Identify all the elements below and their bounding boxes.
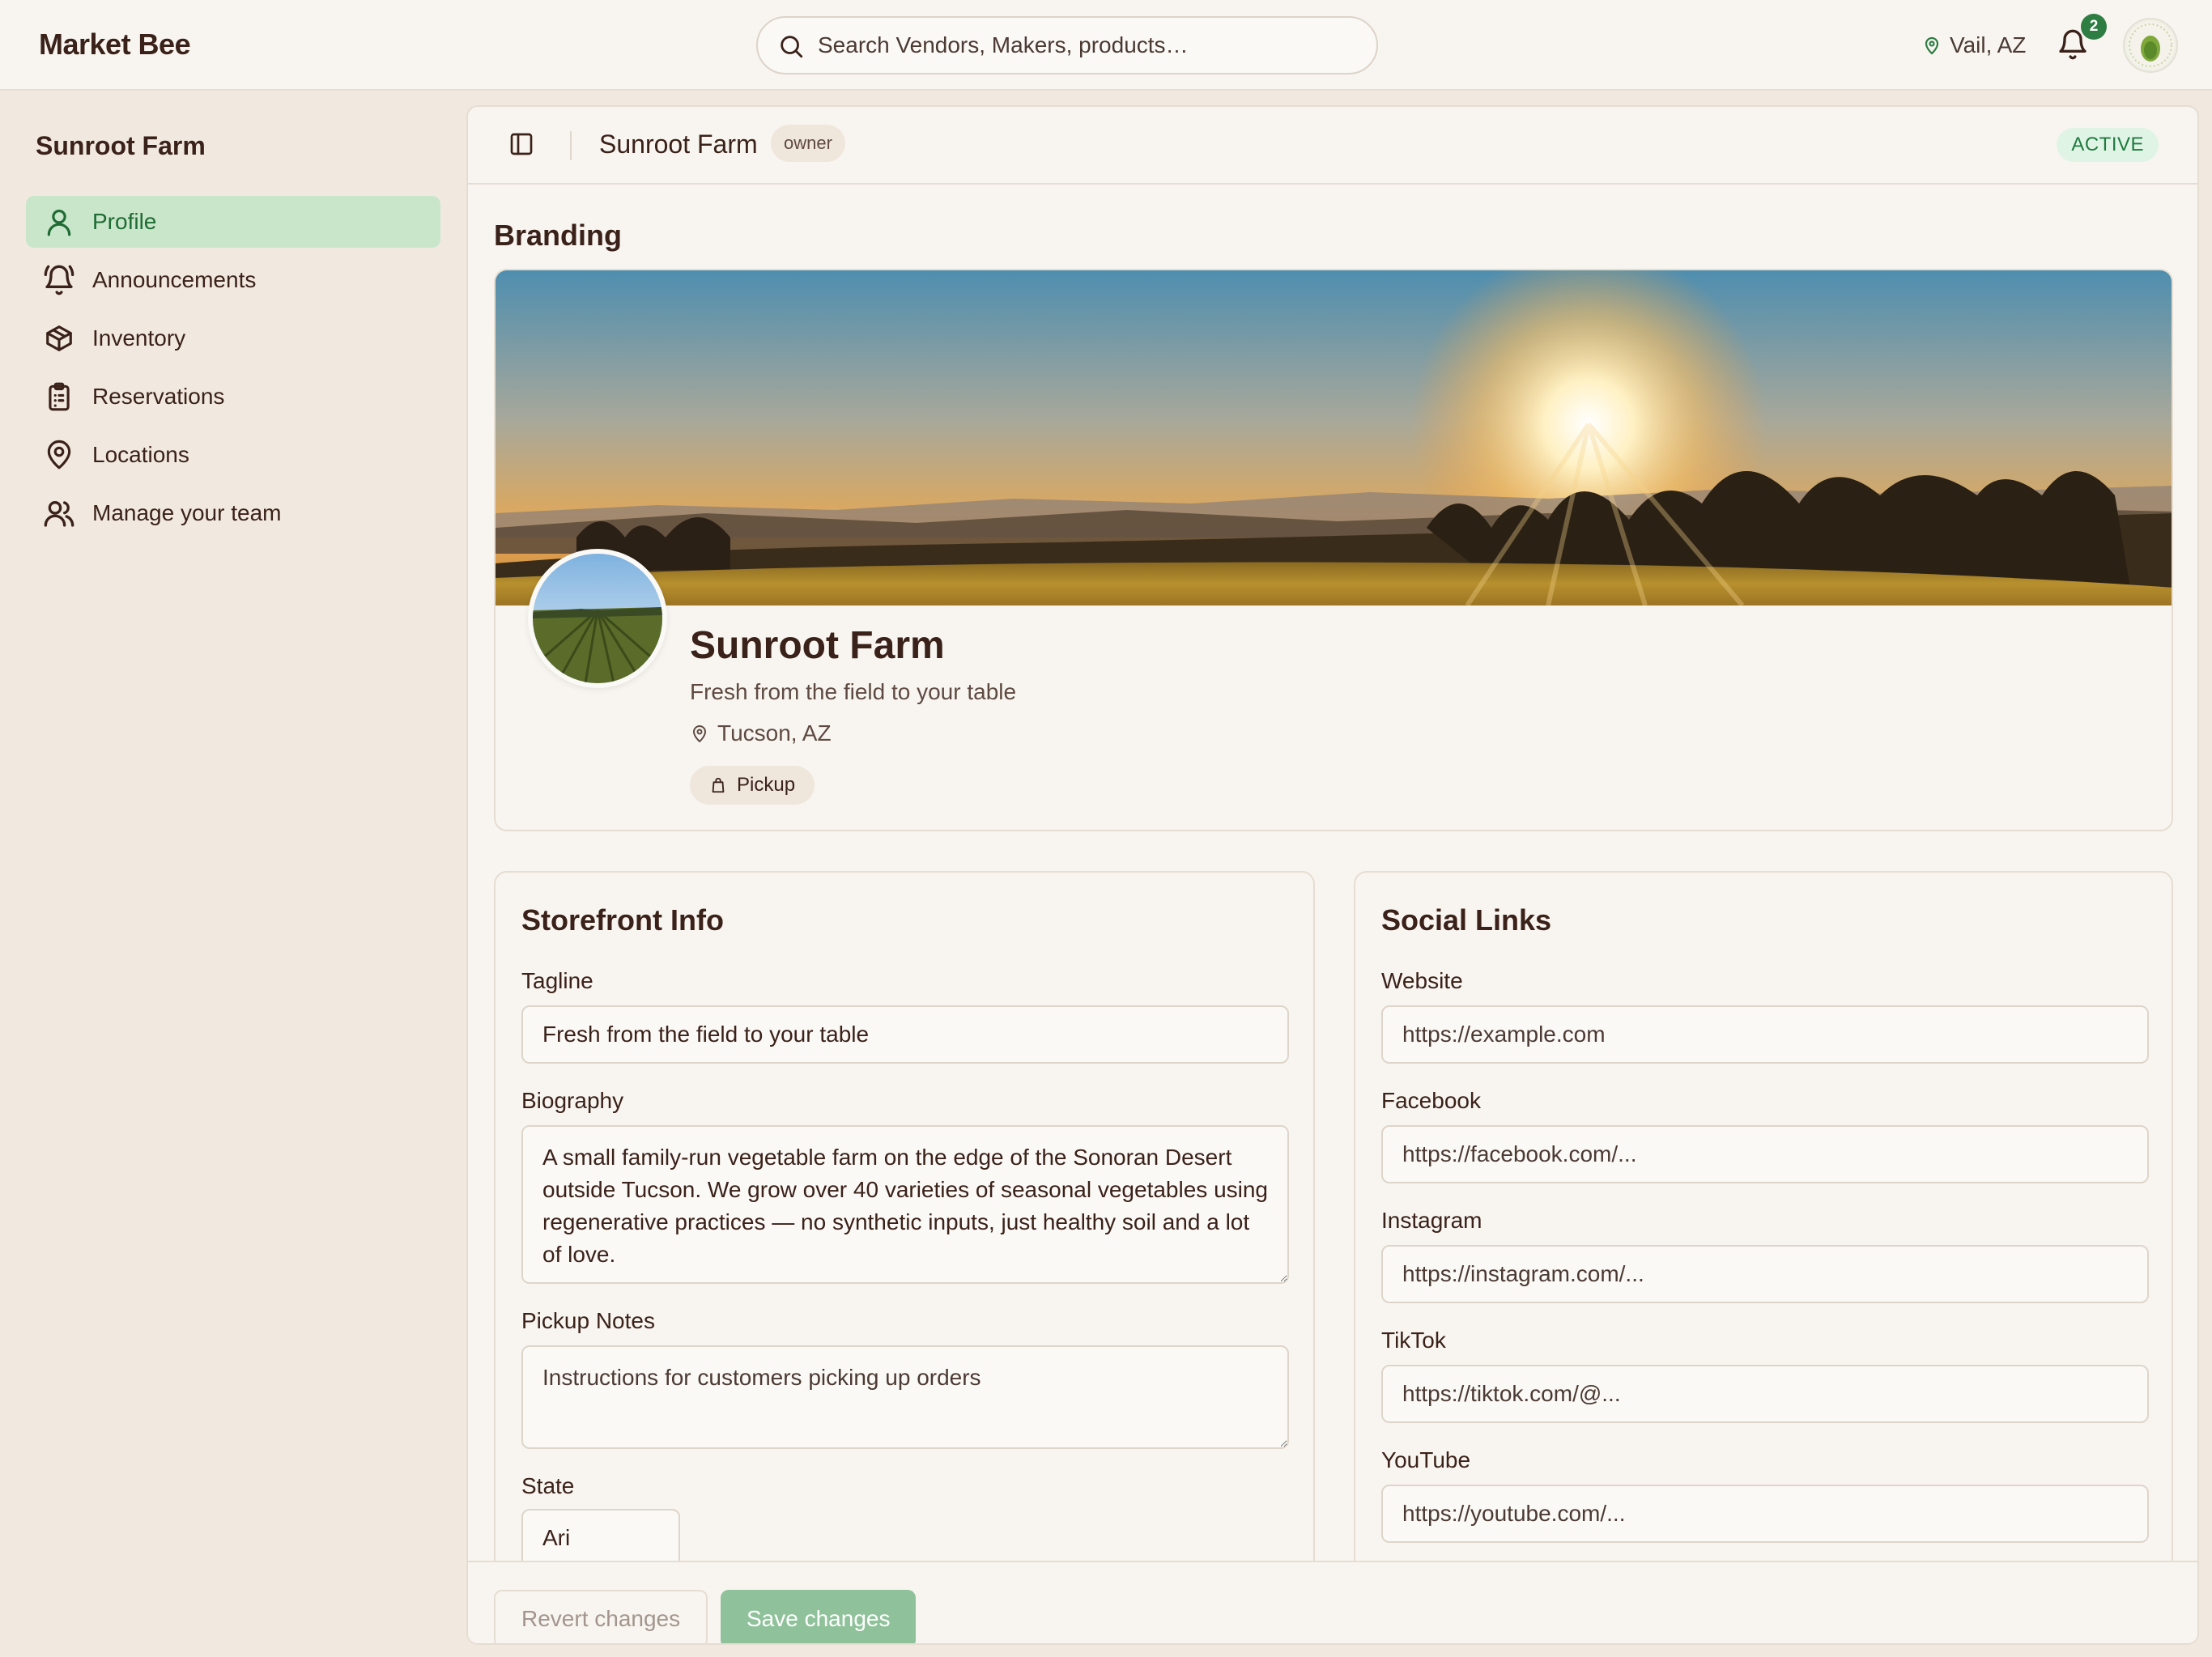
- sidebar-item-label: Manage your team: [92, 500, 282, 525]
- map-pin-icon: [1922, 36, 1942, 55]
- sidebar-item-reservations[interactable]: Reservations: [26, 371, 440, 423]
- facebook-field[interactable]: [1381, 1125, 2149, 1183]
- pickup-chip-label: Pickup: [737, 774, 796, 796]
- sidebar-item-label: Announcements: [92, 267, 257, 292]
- search-input[interactable]: [818, 28, 1352, 63]
- main-panel: Sunroot Farm owner ACTIVE Branding Sunro…: [466, 105, 2199, 1645]
- website-label: Website: [1381, 968, 1463, 993]
- sidebar-item-inventory[interactable]: Inventory: [26, 312, 440, 364]
- vendor-name: Sunroot Farm: [690, 624, 945, 667]
- sidebar-item-locations[interactable]: Locations: [26, 429, 440, 481]
- youtube-field[interactable]: [1381, 1485, 2149, 1543]
- vendor-location-text: Tucson, AZ: [717, 720, 832, 746]
- pickup-notes-field[interactable]: [521, 1345, 1289, 1449]
- header-divider: [570, 131, 572, 160]
- banner-image[interactable]: [496, 270, 2172, 605]
- map-pin-icon: [690, 724, 709, 743]
- sidebar-title: Sunroot Farm: [36, 131, 206, 160]
- vendor-location: Tucson, AZ: [690, 720, 832, 746]
- sidebar-item-announcements[interactable]: Announcements: [26, 254, 440, 306]
- sidebar-item-label: Reservations: [92, 384, 225, 409]
- social-card-title: Social Links: [1381, 903, 1552, 937]
- user-icon: [42, 205, 76, 239]
- tagline-label: Tagline: [521, 968, 593, 993]
- sidebar-item-label: Inventory: [92, 325, 186, 351]
- branding-card: Sunroot Farm Fresh from the field to you…: [494, 269, 2173, 831]
- clipboard-list-icon: [42, 380, 76, 414]
- biography-field[interactable]: A small family-run vegetable farm on the…: [521, 1125, 1289, 1284]
- biography-label: Biography: [521, 1088, 624, 1113]
- website-field[interactable]: [1381, 1005, 2149, 1064]
- user-avatar[interactable]: [2123, 18, 2178, 73]
- app-logo[interactable]: Market Bee: [39, 28, 191, 62]
- tagline-field[interactable]: [521, 1005, 1289, 1064]
- tiktok-field[interactable]: [1381, 1365, 2149, 1423]
- location-selector[interactable]: Vail, AZ: [1922, 29, 2026, 62]
- form-footer: Revert changes Save changes: [468, 1561, 2197, 1643]
- vendor-tagline: Fresh from the field to your table: [690, 679, 1017, 704]
- social-links-card: Social Links Website Facebook Instagram …: [1354, 871, 2173, 1561]
- pickup-notes-label: Pickup Notes: [521, 1308, 655, 1333]
- sidebar-item-label: Profile: [92, 209, 157, 234]
- users-icon: [42, 496, 76, 530]
- state-select[interactable]: Ari: [521, 1509, 680, 1561]
- search-bar[interactable]: [756, 16, 1378, 74]
- package-icon: [42, 321, 76, 355]
- instagram-label: Instagram: [1381, 1208, 1482, 1233]
- storefront-info-card: Storefront Info Tagline Biography A smal…: [494, 871, 1315, 1561]
- storefront-card-title: Storefront Info: [521, 903, 724, 937]
- shopping-bag-icon: [709, 776, 727, 794]
- notification-count-badge: 2: [2081, 14, 2107, 40]
- instagram-field[interactable]: [1381, 1245, 2149, 1303]
- facebook-label: Facebook: [1381, 1088, 1481, 1113]
- page-title: Sunroot Farm: [599, 130, 758, 159]
- search-icon: [777, 32, 805, 60]
- map-pin-icon: [42, 438, 76, 472]
- tiktok-label: TikTok: [1381, 1328, 1446, 1353]
- sidebar-panel-icon[interactable]: [508, 131, 534, 157]
- main-content: Branding Sunroot Farm Fresh from the fie…: [468, 185, 2197, 1561]
- pickup-chip: Pickup: [690, 766, 815, 805]
- sidebar-item-team[interactable]: Manage your team: [26, 487, 440, 539]
- status-badge: ACTIVE: [2057, 128, 2159, 162]
- sidebar-item-profile[interactable]: Profile: [26, 196, 440, 248]
- branding-section-title: Branding: [494, 219, 622, 252]
- sidebar: Sunroot Farm Profile Announcements Inven…: [0, 91, 466, 1657]
- profile-photo[interactable]: [528, 549, 667, 688]
- revert-changes-button[interactable]: Revert changes: [494, 1590, 708, 1643]
- state-label: State: [521, 1473, 575, 1498]
- main-header: Sunroot Farm owner ACTIVE: [468, 107, 2197, 185]
- save-changes-button[interactable]: Save changes: [721, 1590, 917, 1643]
- youtube-label: YouTube: [1381, 1447, 1471, 1472]
- sidebar-nav: Profile Announcements Inventory Reservat…: [26, 196, 440, 546]
- top-navigation-bar: Market Bee Vail, AZ 2: [0, 0, 2212, 91]
- role-badge: owner: [771, 125, 845, 162]
- bell-ring-icon: [42, 263, 76, 297]
- sidebar-item-label: Locations: [92, 442, 189, 467]
- location-label: Vail, AZ: [1950, 32, 2027, 57]
